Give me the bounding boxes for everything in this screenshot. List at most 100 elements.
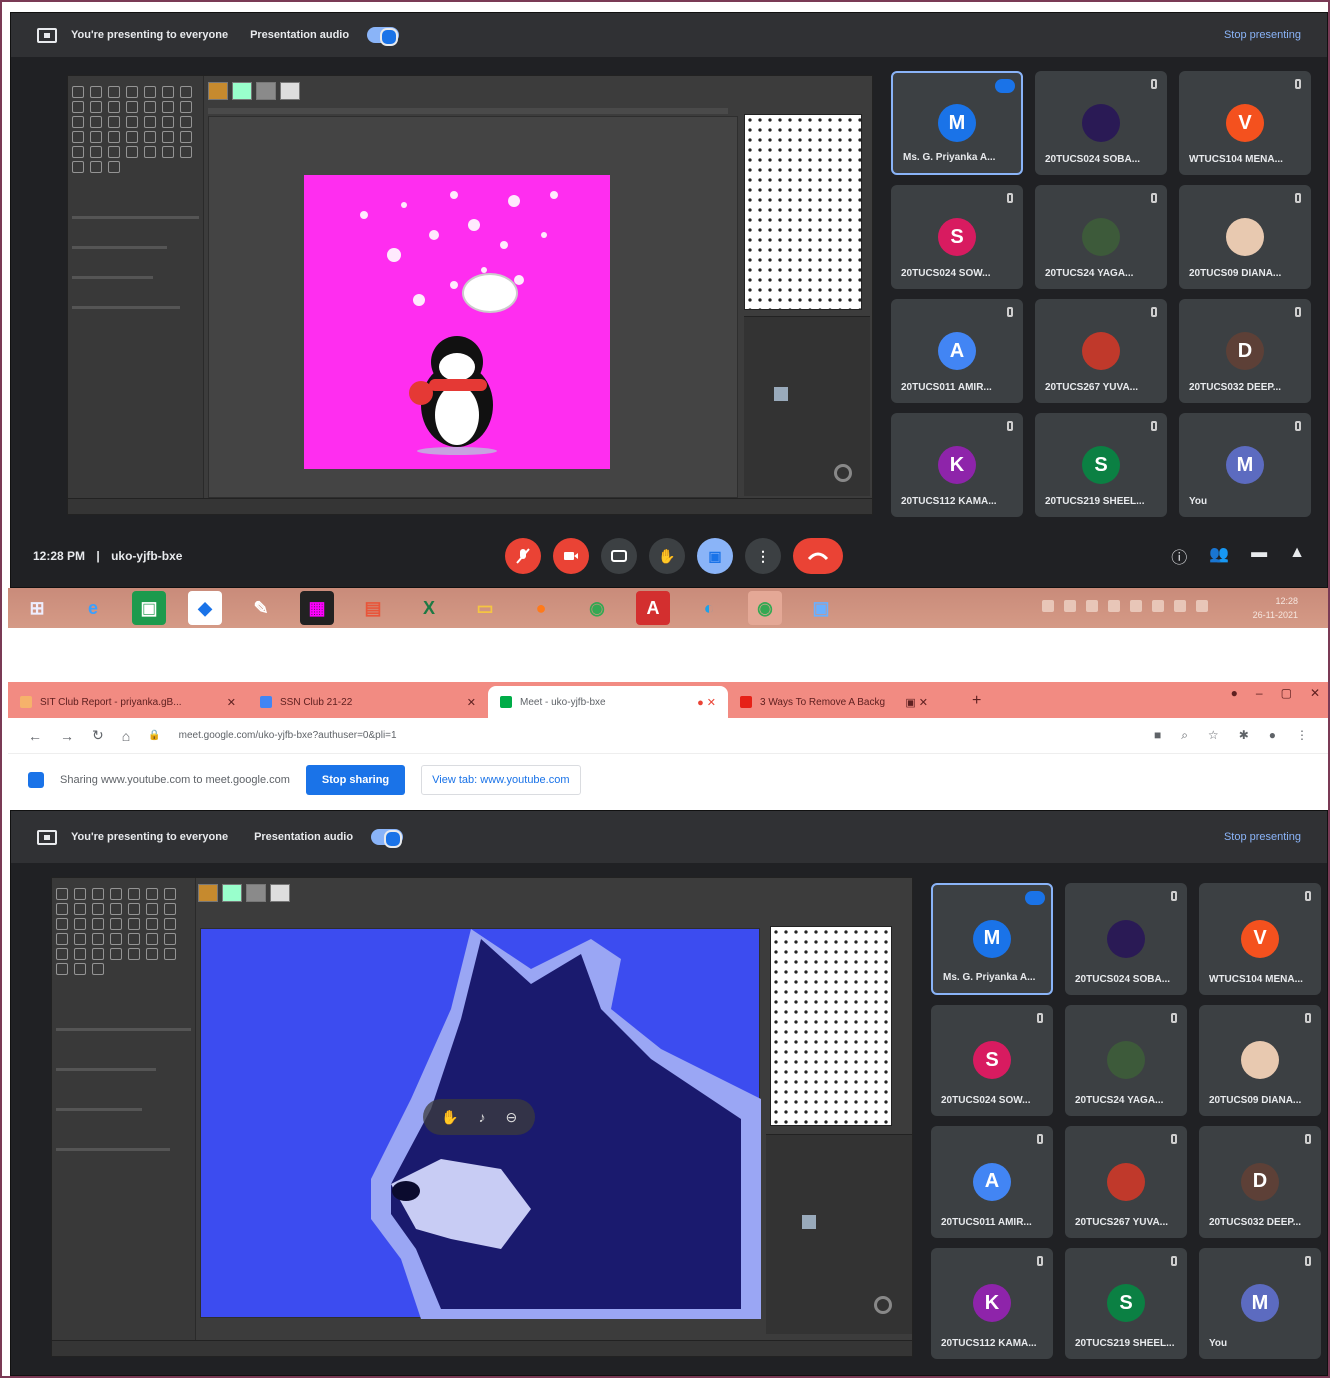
close-tab-icon[interactable]: ● ✕ xyxy=(697,696,716,709)
stop-presenting-link[interactable]: Stop presenting xyxy=(1224,831,1301,843)
home-icon[interactable]: ⌂ xyxy=(122,728,130,744)
chrome-active-icon[interactable]: ◉ xyxy=(748,591,782,625)
camera-off-button[interactable] xyxy=(553,538,589,574)
file-explorer-icon[interactable]: ▭ xyxy=(468,591,502,625)
pin-icon[interactable] xyxy=(1171,891,1177,901)
participant-tile[interactable]: S 20TUCS024 SOW... xyxy=(931,1004,1053,1116)
participant-tile[interactable]: K 20TUCS112 KAMA... xyxy=(931,1247,1053,1359)
tool-option-row[interactable] xyxy=(72,276,153,279)
pin-icon[interactable] xyxy=(1171,1012,1177,1023)
participant-tile[interactable]: M Ms. G. Priyanka A... xyxy=(891,71,1023,175)
info-icon[interactable]: ⓘ xyxy=(1171,544,1187,568)
tools-icon[interactable]: ✎ xyxy=(244,591,278,625)
account-icon[interactable]: ● xyxy=(1269,728,1276,743)
paint-icon[interactable]: ▦ xyxy=(300,591,334,625)
excel-icon[interactable]: X xyxy=(412,591,446,625)
tray-clock[interactable]: 12:28 26-11-2021 xyxy=(1253,594,1298,622)
close-tab-icon[interactable]: ✕ xyxy=(227,696,236,709)
chat-icon[interactable]: ▬ xyxy=(1251,544,1267,568)
mic-off-button[interactable] xyxy=(505,538,541,574)
star-icon[interactable]: ☆ xyxy=(1208,728,1219,743)
pin-icon[interactable] xyxy=(1305,1134,1311,1144)
participant-tile[interactable]: 20TUCS024 SOBA... xyxy=(1035,71,1167,175)
layers-panel[interactable] xyxy=(766,1134,912,1334)
participant-tile[interactable]: 20TUCS09 DIANA... xyxy=(1199,1004,1321,1116)
overlay-audio-icon[interactable]: ♪ xyxy=(478,1109,485,1125)
layers-panel[interactable] xyxy=(744,316,870,496)
dropbox-icon[interactable]: ◆ xyxy=(188,591,222,625)
system-tray[interactable] xyxy=(1042,600,1208,612)
stop-presenting-link[interactable]: Stop presenting xyxy=(1224,29,1301,41)
new-tab-button[interactable]: + xyxy=(972,692,981,710)
menu-icon[interactable]: ⋮ xyxy=(1296,728,1308,743)
camera-indicator-icon[interactable]: ■ xyxy=(1154,728,1161,743)
firefox-icon[interactable]: ● xyxy=(524,591,558,625)
pin-icon[interactable] xyxy=(1295,307,1301,317)
presentation-audio-toggle[interactable] xyxy=(367,27,400,46)
pin-icon[interactable] xyxy=(1295,193,1301,203)
participant-tile[interactable]: V WTUCS104 MENA... xyxy=(1179,71,1311,175)
zoom-icon[interactable]: ⌕ xyxy=(1181,728,1188,743)
participant-tile[interactable]: S 20TUCS024 SOW... xyxy=(891,185,1023,289)
participant-tile[interactable]: M You xyxy=(1199,1247,1321,1359)
settings-icon[interactable] xyxy=(874,1296,892,1314)
pin-icon[interactable] xyxy=(1305,1012,1311,1023)
presentation-audio-toggle[interactable] xyxy=(371,829,404,848)
participant-tile[interactable]: M You xyxy=(1179,413,1311,517)
pin-icon[interactable] xyxy=(1295,421,1301,431)
participant-tile[interactable]: 20TUCS24 YAGA... xyxy=(1065,1004,1187,1116)
pin-icon[interactable] xyxy=(1037,1012,1043,1023)
pin-icon[interactable] xyxy=(1171,1255,1177,1266)
edge-icon[interactable]: ◐ xyxy=(692,591,726,625)
tool-option-row[interactable] xyxy=(56,1108,142,1111)
pin-icon[interactable] xyxy=(1007,421,1013,431)
image-tabs[interactable] xyxy=(208,82,300,104)
pin-icon[interactable] xyxy=(1151,307,1157,317)
overlay-zoom-icon[interactable]: ⊖ xyxy=(505,1109,517,1126)
participant-tile[interactable]: D 20TUCS032 DEEP... xyxy=(1199,1126,1321,1238)
overlay-pan-icon[interactable]: ✋ xyxy=(441,1109,458,1126)
people-icon[interactable]: 👥 xyxy=(1209,544,1229,568)
reload-icon[interactable]: ↻ xyxy=(92,727,104,744)
tool-grid[interactable] xyxy=(56,888,179,975)
pin-icon[interactable] xyxy=(1305,891,1311,901)
participant-tile[interactable]: S 20TUCS219 SHEEL... xyxy=(1035,413,1167,517)
canvas-area[interactable] xyxy=(208,116,738,498)
participant-tile[interactable]: V WTUCS104 MENA... xyxy=(1199,883,1321,995)
tab-meet[interactable]: Meet - uko-yjfb-bxe ● ✕ xyxy=(488,686,728,718)
minimize-icon[interactable]: – xyxy=(1256,686,1263,700)
address-bar[interactable]: meet.google.com/uko-yjfb-bxe?authuser=0&… xyxy=(179,730,397,741)
tool-option-row[interactable] xyxy=(56,1148,171,1151)
participant-tile[interactable]: 20TUCS09 DIANA... xyxy=(1179,185,1311,289)
forward-icon[interactable]: → xyxy=(60,728,74,744)
tool-grid[interactable] xyxy=(72,86,195,173)
present-now-button[interactable]: ▣ xyxy=(697,538,733,574)
profile-icon[interactable]: ● xyxy=(1231,686,1238,700)
participant-tile[interactable]: 20TUCS24 YAGA... xyxy=(1035,185,1167,289)
participant-tile[interactable]: 20TUCS267 YUVA... xyxy=(1065,1126,1187,1238)
participant-tile[interactable]: S 20TUCS219 SHEEL... xyxy=(1065,1247,1187,1359)
start-icon[interactable]: ⊞ xyxy=(20,591,54,625)
pin-icon[interactable] xyxy=(1007,193,1013,203)
tab-youtube[interactable]: 3 Ways To Remove A Backg ▣ ✕ xyxy=(728,686,968,718)
tab-sit-club-report[interactable]: SIT Club Report - priyanka.gB... ✕ xyxy=(8,686,248,718)
stop-sharing-button[interactable]: Stop sharing xyxy=(305,765,406,795)
view-tab-button[interactable]: View tab: www.youtube.com xyxy=(421,765,581,795)
participant-tile[interactable]: D 20TUCS032 DEEP... xyxy=(1179,299,1311,403)
participant-tile[interactable]: M Ms. G. Priyanka A... xyxy=(931,883,1053,995)
activities-icon[interactable]: ▲ xyxy=(1289,544,1305,568)
brushes-panel[interactable] xyxy=(770,926,892,1126)
tool-option-row[interactable] xyxy=(72,246,167,249)
pin-icon[interactable] xyxy=(1037,1255,1043,1266)
participant-tile[interactable]: 20TUCS267 YUVA... xyxy=(1035,299,1167,403)
acrobat-icon[interactable]: A xyxy=(636,591,670,625)
pin-icon[interactable] xyxy=(1151,79,1157,89)
close-window-icon[interactable]: ✕ xyxy=(1310,686,1320,700)
pin-icon[interactable] xyxy=(1151,193,1157,203)
tool-option-row[interactable] xyxy=(72,306,180,309)
participant-tile[interactable]: K 20TUCS112 KAMA... xyxy=(891,413,1023,517)
leave-call-button[interactable] xyxy=(793,538,843,574)
close-tab-icon[interactable]: ✕ xyxy=(467,696,476,709)
close-tab-icon[interactable]: ▣ ✕ xyxy=(905,696,928,709)
tool-option-row[interactable] xyxy=(56,1068,157,1071)
